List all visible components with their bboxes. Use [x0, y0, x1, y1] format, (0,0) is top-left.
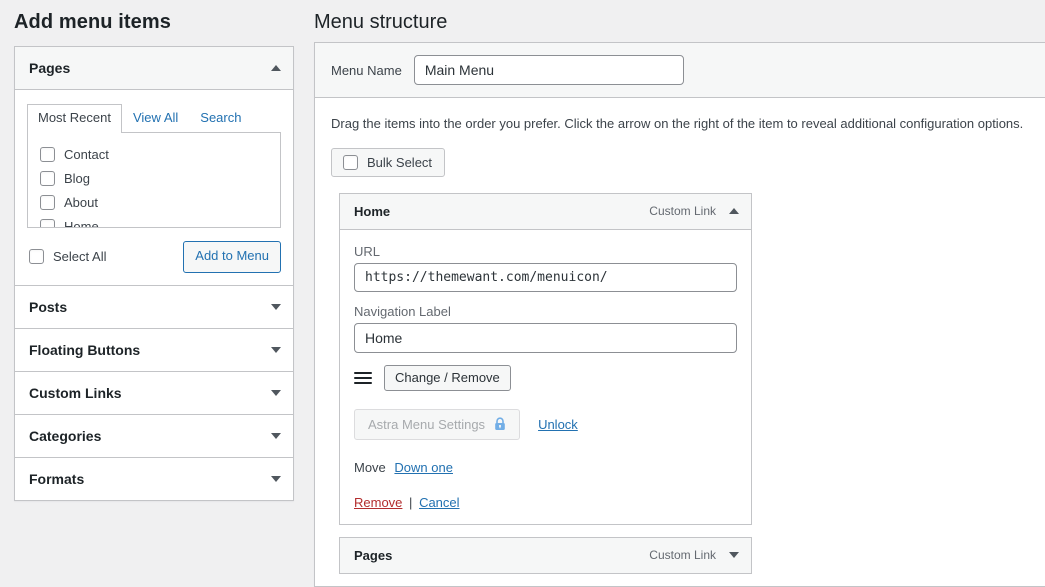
- accordion-title-formats: Formats: [29, 470, 85, 487]
- tab-search-label: Search: [200, 110, 242, 125]
- action-separator: |: [409, 494, 413, 510]
- checkbox-about-label: About: [64, 195, 98, 211]
- checkbox-select-all[interactable]: [29, 249, 44, 265]
- accordion-header-floating-buttons[interactable]: Floating Buttons: [15, 328, 293, 371]
- astra-menu-settings-button: Astra Menu Settings: [354, 408, 521, 440]
- select-all-row[interactable]: Select All: [29, 249, 107, 265]
- menu-item-pages-header-right: Custom Link: [649, 548, 739, 562]
- menu-item-pages-type: Custom Link: [649, 548, 716, 562]
- item-actions-row: Remove | Cancel: [354, 495, 737, 510]
- checkbox-about[interactable]: [40, 195, 55, 211]
- checkbox-contact-label: Contact: [64, 147, 109, 163]
- caret-up-icon[interactable]: [271, 65, 281, 71]
- tab-most-recent-label: Most Recent: [38, 110, 111, 125]
- cancel-link[interactable]: Cancel: [419, 495, 459, 510]
- tab-view-all-label: View All: [132, 110, 179, 125]
- navigation-label-field-block: Navigation Label: [354, 304, 737, 353]
- caret-down-icon[interactable]: [271, 389, 281, 396]
- accordion-section-posts: Posts: [15, 284, 293, 328]
- add-menu-items-column: Add menu items Pages Most Recent View Al…: [0, 0, 310, 558]
- menu-structure-panel: Menu Name Drag the items into the order …: [314, 42, 1045, 587]
- add-menu-items-heading: Add menu items: [14, 11, 171, 33]
- list-item[interactable]: About: [40, 191, 268, 215]
- unlock-link[interactable]: Unlock: [538, 417, 578, 432]
- menu-structure-heading: Menu structure: [314, 11, 448, 33]
- checkbox-bulk-select[interactable]: [343, 154, 358, 170]
- accordion-header-categories[interactable]: Categories: [15, 414, 293, 457]
- accordion-body-pages: Most Recent View All Search Contact Blog…: [15, 90, 293, 285]
- tab-view-all[interactable]: View All: [122, 104, 189, 133]
- wordpress-menus-screen: Add menu items Pages Most Recent View Al…: [0, 0, 1045, 587]
- accordion-section-custom-links: Custom Links: [15, 370, 293, 414]
- accordion-title-posts: Posts: [29, 298, 68, 315]
- bulk-select-button[interactable]: Bulk Select: [331, 147, 446, 177]
- move-down-one-link[interactable]: Down one: [394, 460, 453, 475]
- navigation-label-input[interactable]: [354, 322, 737, 353]
- menu-item-pages: Pages Custom Link: [339, 536, 752, 574]
- list-item[interactable]: Home: [40, 215, 268, 228]
- url-input[interactable]: [354, 262, 737, 292]
- drag-handle-icon[interactable]: [354, 371, 372, 384]
- caret-up-icon[interactable]: [729, 208, 739, 214]
- url-field-block: URL: [354, 244, 737, 292]
- accordion-section-formats: Formats: [15, 456, 293, 500]
- astra-settings-row: Astra Menu Settings Unlock: [354, 408, 737, 440]
- menu-name-input[interactable]: [413, 55, 684, 85]
- checkbox-blog[interactable]: [40, 171, 55, 187]
- accordion-title-pages: Pages: [29, 60, 71, 76]
- menu-item-pages-title: Pages: [354, 547, 393, 563]
- menu-name-label: Menu Name: [331, 62, 402, 78]
- list-item[interactable]: Contact: [40, 143, 268, 167]
- checkbox-home[interactable]: [40, 219, 55, 227]
- accordion-section-floating-buttons: Floating Buttons: [15, 327, 293, 371]
- accordion-header-posts[interactable]: Posts: [15, 285, 293, 328]
- change-remove-button[interactable]: Change / Remove: [384, 364, 511, 391]
- menu-item-home-header-right: Custom Link: [649, 204, 739, 218]
- change-remove-row: Change / Remove: [354, 364, 737, 391]
- move-label: Move: [354, 459, 386, 475]
- caret-down-icon[interactable]: [271, 475, 281, 482]
- accordion-section-categories: Categories: [15, 413, 293, 457]
- list-item[interactable]: Blog: [40, 167, 268, 191]
- caret-down-icon[interactable]: [271, 432, 281, 439]
- add-menu-items-accordion: Pages Most Recent View All Search Contac…: [14, 46, 294, 501]
- tab-most-recent[interactable]: Most Recent: [27, 104, 122, 133]
- menu-item-home-type: Custom Link: [649, 204, 716, 218]
- pages-tabs: Most Recent View All Search: [27, 104, 281, 133]
- accordion-title-floating-buttons: Floating Buttons: [29, 341, 141, 358]
- menu-item-home-title: Home: [354, 203, 391, 219]
- accordion-header-pages[interactable]: Pages: [15, 47, 293, 90]
- drag-instructions: Drag the items into the order you prefer…: [331, 116, 1024, 131]
- caret-down-icon[interactable]: [271, 303, 281, 310]
- menu-item-pages-header[interactable]: Pages Custom Link: [340, 537, 751, 573]
- caret-down-icon[interactable]: [729, 552, 739, 558]
- menu-item-home-body: URL Navigation Label Change / Remove: [340, 230, 751, 524]
- astra-menu-settings-label: Astra Menu Settings: [368, 416, 486, 432]
- pages-panel-footer: Select All Add to Menu: [27, 240, 281, 273]
- checkbox-contact[interactable]: [40, 147, 55, 163]
- accordion-title-categories: Categories: [29, 427, 102, 444]
- menu-structure-column: Menu structure Menu Name Drag the items …: [310, 0, 1045, 587]
- accordion-section-pages: Pages Most Recent View All Search Contac…: [15, 47, 293, 285]
- pages-most-recent-panel: Contact Blog About Home: [27, 131, 281, 228]
- move-row: Move Down one: [354, 460, 737, 475]
- caret-down-icon[interactable]: [271, 346, 281, 353]
- select-all-label: Select All: [53, 249, 107, 265]
- accordion-header-custom-links[interactable]: Custom Links: [15, 371, 293, 414]
- menu-items-list: Home Custom Link URL Navigation Label: [315, 177, 1045, 574]
- checkbox-home-label: Home: [64, 219, 99, 228]
- navigation-label-label: Navigation Label: [354, 303, 451, 319]
- checkbox-blog-label: Blog: [64, 171, 91, 187]
- menu-item-home: Home Custom Link URL Navigation Label: [339, 192, 752, 525]
- menu-item-home-header[interactable]: Home Custom Link: [340, 193, 751, 230]
- menu-name-bar: Menu Name: [315, 43, 1045, 98]
- tab-search[interactable]: Search: [189, 104, 252, 133]
- bulk-select-label: Bulk Select: [367, 154, 433, 170]
- remove-link[interactable]: Remove: [354, 495, 402, 510]
- lock-icon: [494, 417, 506, 431]
- accordion-title-custom-links: Custom Links: [29, 384, 122, 401]
- url-label: URL: [354, 243, 381, 259]
- add-to-menu-button[interactable]: Add to Menu: [183, 240, 281, 273]
- accordion-header-formats[interactable]: Formats: [15, 457, 293, 500]
